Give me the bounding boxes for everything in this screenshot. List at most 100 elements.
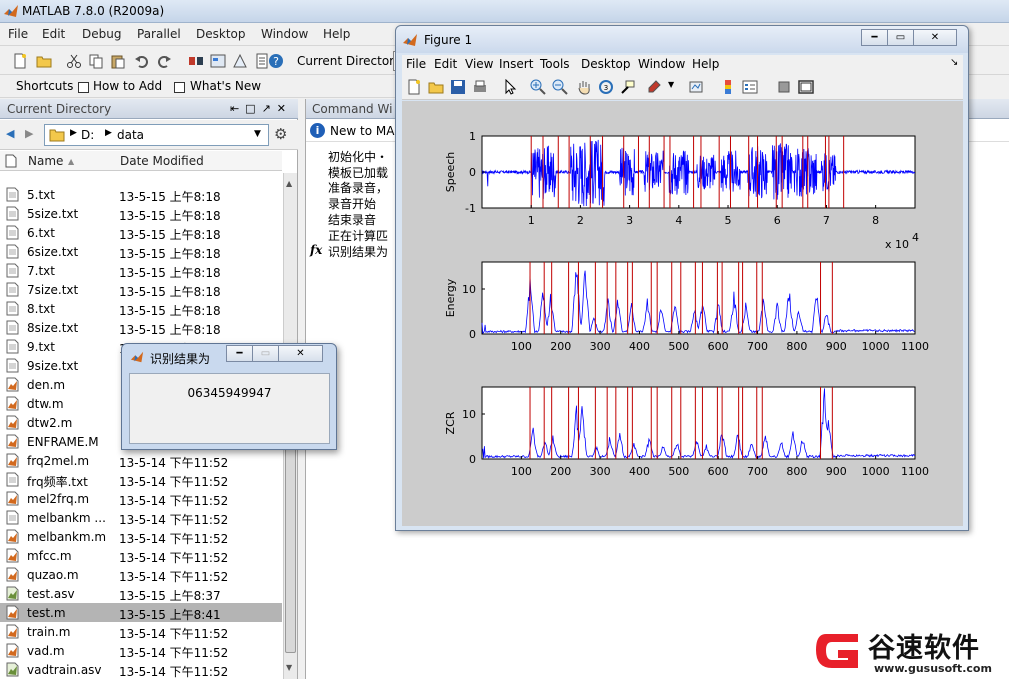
panel-window-buttons[interactable]: ⇤□↗✕ <box>230 102 292 115</box>
fig-menu-view[interactable]: View <box>465 57 493 71</box>
file-row[interactable]: 8size.txt 13-5-15 上午8:18 <box>0 318 282 337</box>
path-segment-drive[interactable]: D: <box>81 128 94 142</box>
close-icon[interactable]: ✕ <box>913 29 957 46</box>
whats-new-link[interactable]: What's New <box>190 79 261 93</box>
column-name[interactable]: Name <box>28 154 63 168</box>
dock-arrow-icon[interactable]: ↘ <box>950 57 958 68</box>
panel-title: Command Wi <box>312 102 393 116</box>
fig-menu-file[interactable]: File <box>406 57 426 71</box>
scroll-up-icon[interactable]: ▲ <box>286 179 292 188</box>
file-row[interactable]: test.m 13-5-15 上午8:41 <box>0 603 282 622</box>
y-tick-label: 0 <box>469 328 476 341</box>
fig-menu-desktop[interactable]: Desktop <box>581 57 631 71</box>
close-icon[interactable]: ✕ <box>278 345 323 362</box>
back-arrow-icon[interactable]: ◀ <box>6 127 14 140</box>
print-icon[interactable] <box>472 79 488 95</box>
file-row[interactable]: frq2mel.m 13-5-14 下午11:52 <box>0 451 282 470</box>
pointer-icon[interactable] <box>502 79 518 95</box>
legend-icon[interactable] <box>742 79 758 95</box>
menu-desktop[interactable]: Desktop <box>196 27 246 41</box>
forward-arrow-icon[interactable]: ▶ <box>25 127 33 140</box>
file-row[interactable]: frq频率.txt 13-5-14 下午11:52 <box>0 470 282 489</box>
gear-icon[interactable]: ⚙ <box>274 125 287 143</box>
new-figure-icon[interactable] <box>406 79 422 95</box>
x-tick-label: 200 <box>550 465 571 478</box>
axes-box <box>481 261 916 335</box>
file-row[interactable]: melbankm.m 13-5-14 下午11:52 <box>0 527 282 546</box>
fig-menu-help[interactable]: Help <box>692 57 719 71</box>
menu-debug[interactable]: Debug <box>82 27 121 41</box>
maximize-icon[interactable]: ▭ <box>887 29 914 46</box>
menu-parallel[interactable]: Parallel <box>137 27 181 41</box>
path-combo[interactable]: ▶ D: ▶ data ▼ <box>44 124 269 146</box>
x-tick-label: 2 <box>577 214 584 227</box>
scrollbar-thumb[interactable] <box>285 419 296 653</box>
paste-icon[interactable] <box>110 53 126 69</box>
file-row[interactable]: mfcc.m 13-5-14 下午11:52 <box>0 546 282 565</box>
profiler-icon[interactable] <box>232 53 248 69</box>
guide-icon[interactable] <box>210 53 226 69</box>
file-row[interactable]: quzao.m 13-5-14 下午11:52 <box>0 565 282 584</box>
result-dialog: 识别结果为 ━ ▭ ✕ 06345949947 <box>121 343 337 450</box>
file-row[interactable]: 5size.txt 13-5-15 上午8:18 <box>0 204 282 223</box>
zoom-in-icon[interactable] <box>530 79 546 95</box>
minimize-icon[interactable]: ━ <box>861 29 888 46</box>
how-to-add-link[interactable]: How to Add <box>93 79 162 93</box>
shortcuts-label[interactable]: Shortcuts <box>16 79 73 93</box>
minimize-icon[interactable]: ━ <box>226 345 253 362</box>
zoom-out-icon[interactable] <box>552 79 568 95</box>
file-row[interactable]: 5.txt 13-5-15 上午8:18 <box>0 185 282 204</box>
new-file-icon[interactable] <box>12 53 28 69</box>
scroll-down-icon[interactable]: ▼ <box>286 663 292 672</box>
simulink-icon[interactable] <box>188 53 204 69</box>
redo-icon[interactable] <box>156 53 172 69</box>
undo-icon[interactable] <box>134 53 150 69</box>
y-tick-label: 1 <box>469 130 476 143</box>
column-date-modified[interactable]: Date Modified <box>120 154 204 168</box>
fig-menu-insert[interactable]: Insert <box>499 57 533 71</box>
save-icon[interactable] <box>450 79 466 95</box>
output-line: 准备录音， <box>328 181 389 195</box>
file-row[interactable]: vad.m 13-5-14 下午11:52 <box>0 641 282 660</box>
hide-tools-icon[interactable] <box>776 79 792 95</box>
file-row[interactable]: 8.txt 13-5-15 上午8:18 <box>0 299 282 318</box>
file-row[interactable]: 7size.txt 13-5-15 上午8:18 <box>0 280 282 299</box>
file-row[interactable]: train.m 13-5-14 下午11:52 <box>0 622 282 641</box>
fig-menu-window[interactable]: Window <box>638 57 685 71</box>
menu-edit[interactable]: Edit <box>42 27 65 41</box>
pan-hand-icon[interactable] <box>576 79 592 95</box>
file-name: vad.m <box>27 644 65 658</box>
new-to-matlab-text[interactable]: New to MA <box>330 124 394 138</box>
fig-menu-tools[interactable]: Tools <box>540 57 570 71</box>
menu-window[interactable]: Window <box>261 27 308 41</box>
matlab-title-bar: MATLAB 7.8.0 (R2009a) <box>0 0 1009 23</box>
open-folder-icon[interactable] <box>36 53 52 69</box>
data-cursor-icon[interactable] <box>620 79 636 95</box>
file-row[interactable]: 6size.txt 13-5-15 上午8:18 <box>0 242 282 261</box>
fig-menu-edit[interactable]: Edit <box>434 57 457 71</box>
file-row[interactable]: 7.txt 13-5-15 上午8:18 <box>0 261 282 280</box>
file-row[interactable]: test.asv 13-5-15 上午8:37 <box>0 584 282 603</box>
copy-icon[interactable] <box>88 53 104 69</box>
cut-icon[interactable] <box>66 53 82 69</box>
x-tick-label: 700 <box>747 340 768 353</box>
menu-help[interactable]: Help <box>323 27 350 41</box>
chevron-down-icon[interactable]: ▼ <box>254 129 261 139</box>
rotate-3d-icon[interactable]: 3 <box>598 79 614 95</box>
open-file-icon[interactable] <box>428 79 444 95</box>
file-row[interactable]: 6.txt 13-5-15 上午8:18 <box>0 223 282 242</box>
file-row[interactable]: melbankm ... 13-5-14 下午11:52 <box>0 508 282 527</box>
colorbar-icon[interactable] <box>720 79 736 95</box>
help-icon[interactable]: ? <box>268 53 284 69</box>
link-plot-icon[interactable] <box>688 79 704 95</box>
matlab-file-icon <box>6 415 19 430</box>
path-segment-folder[interactable]: data <box>117 128 144 142</box>
brush-dropdown-icon[interactable]: ▼ <box>668 80 674 89</box>
show-tools-icon[interactable] <box>798 79 814 95</box>
file-row[interactable]: mel2frq.m 13-5-14 下午11:52 <box>0 489 282 508</box>
brush-icon[interactable] <box>646 79 662 95</box>
watermark-url: www.gususoft.com <box>874 662 992 675</box>
menu-file[interactable]: File <box>8 27 28 41</box>
watermark-text: 谷速软件 <box>868 633 980 664</box>
file-row[interactable]: vadtrain.asv 13-5-14 下午11:52 <box>0 660 282 679</box>
